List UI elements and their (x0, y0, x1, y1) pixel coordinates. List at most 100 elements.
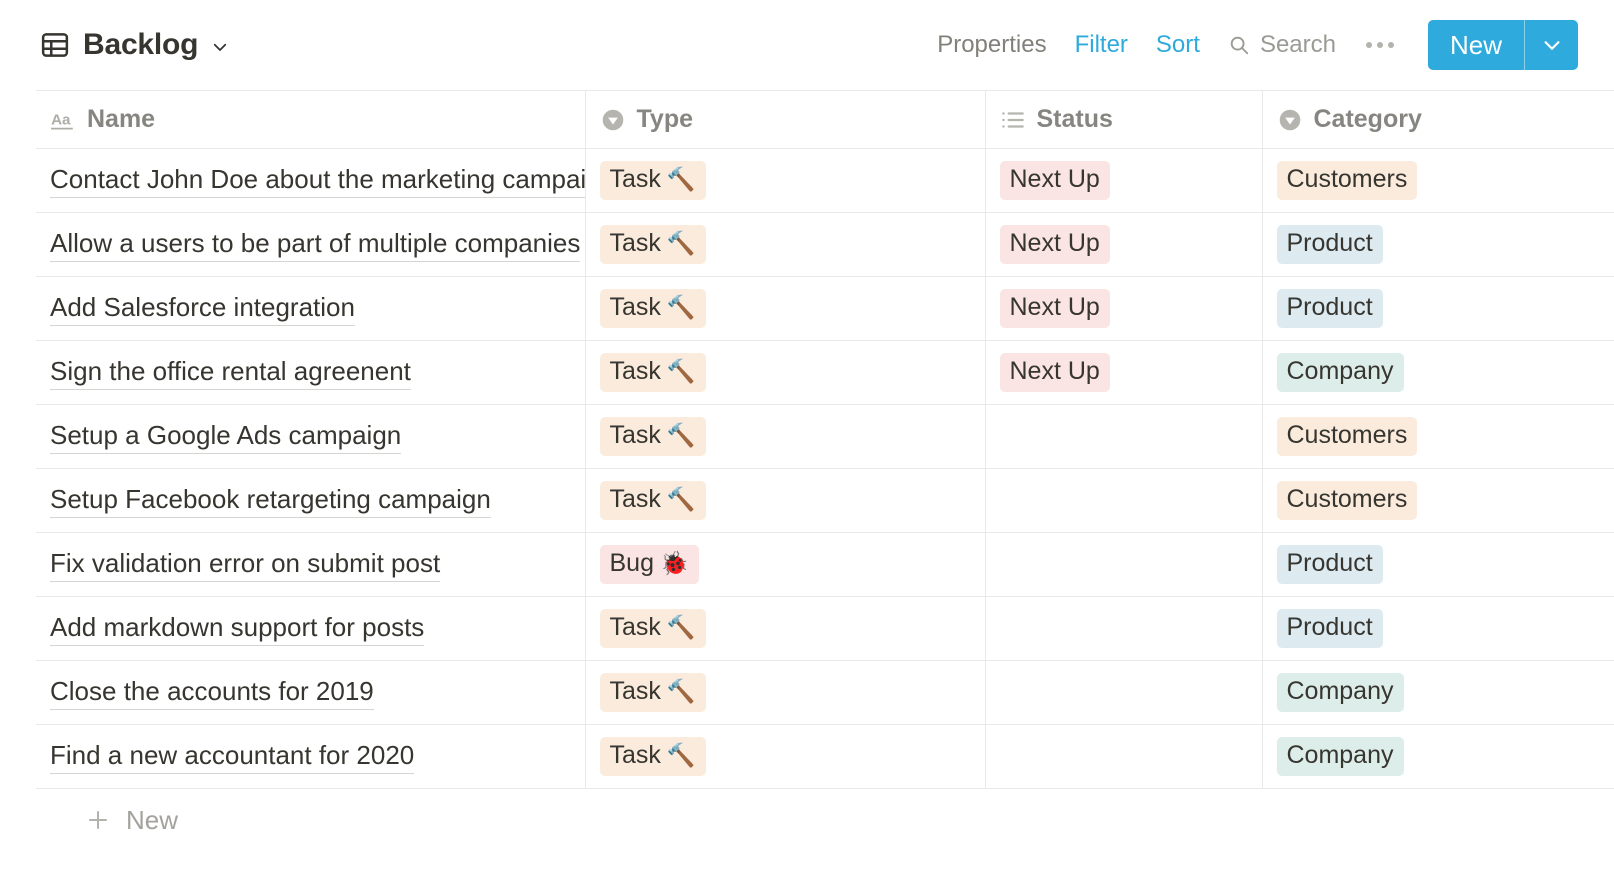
table-row[interactable]: Sign the office rental agreenent Task🔨Nex… (36, 341, 1614, 405)
row-title-link[interactable]: Find a new accountant for 2020 (50, 739, 414, 775)
new-button[interactable]: New (1428, 20, 1524, 70)
cell-category[interactable]: Product (1262, 277, 1614, 341)
table-header: Aa Name (36, 91, 1614, 149)
cell-name[interactable]: Add Salesforce integration (36, 277, 585, 341)
cell-status[interactable]: Next Up (985, 149, 1262, 213)
cell-status[interactable] (985, 533, 1262, 597)
cell-type[interactable]: Task🔨 (585, 405, 985, 469)
cell-type[interactable]: Task🔨 (585, 661, 985, 725)
cell-status[interactable]: Next Up (985, 213, 1262, 277)
cell-status[interactable] (985, 405, 1262, 469)
sort-button[interactable]: Sort (1142, 25, 1214, 65)
row-title-link[interactable]: Close the accounts for 2019 (50, 675, 374, 711)
row-title-link[interactable]: Allow a users to be part of multiple com… (50, 227, 580, 263)
hammer-icon: 🔨 (667, 168, 696, 191)
table-row[interactable]: Add markdown support for posts Task🔨 Produ… (36, 597, 1614, 661)
hammer-icon: 🔨 (667, 296, 696, 319)
cell-category[interactable]: Customers (1262, 469, 1614, 533)
table-row[interactable]: Add Salesforce integration Task🔨Next Up Pr… (36, 277, 1614, 341)
plus-icon (86, 808, 110, 832)
cell-status[interactable] (985, 725, 1262, 789)
table-row[interactable]: Fix validation error on submit post Bug🐞 P… (36, 533, 1614, 597)
status-tag: Next Up (1000, 225, 1110, 264)
view-switcher[interactable]: Backlog (40, 28, 229, 62)
category-tag: Customers (1277, 161, 1418, 200)
cell-category[interactable]: Company (1262, 341, 1614, 405)
cell-category[interactable]: Company (1262, 725, 1614, 789)
new-dropdown-chevron-down-icon[interactable] (1524, 20, 1578, 70)
cell-status[interactable] (985, 597, 1262, 661)
cell-category[interactable]: Product (1262, 597, 1614, 661)
row-title-link[interactable]: Sign the office rental agreenent (50, 355, 411, 391)
search-button[interactable]: Search (1214, 25, 1350, 65)
hammer-icon: 🔨 (667, 360, 696, 383)
filter-button[interactable]: Filter (1061, 25, 1142, 65)
list-icon (1000, 107, 1026, 133)
cell-name[interactable]: Find a new accountant for 2020 (36, 725, 585, 789)
select-icon (600, 107, 626, 133)
cell-name[interactable]: Close the accounts for 2019 (36, 661, 585, 725)
ellipsis-dots (1366, 42, 1394, 48)
cell-name[interactable]: Contact John Doe about the marketing cam… (36, 149, 585, 213)
table-row[interactable]: Close the accounts for 2019 Task🔨 Company (36, 661, 1614, 725)
ellipsis-icon[interactable] (1350, 36, 1410, 54)
column-header-status[interactable]: Status (985, 91, 1262, 149)
row-title-link[interactable]: Fix validation error on submit post (50, 547, 440, 583)
table-row[interactable]: Setup a Google Ads campaign Task🔨 Customer… (36, 405, 1614, 469)
table-row[interactable]: Contact John Doe about the marketing cam… (36, 149, 1614, 213)
cell-type[interactable]: Task 🔨 (585, 469, 985, 533)
hammer-icon: 🔨 (667, 488, 696, 511)
cell-category[interactable]: Product (1262, 213, 1614, 277)
category-tag-label: Company (1287, 741, 1394, 770)
row-title-link[interactable]: Setup a Google Ads campaign (50, 419, 401, 455)
type-tag: Task🔨 (600, 609, 706, 648)
row-title-link[interactable]: Add Salesforce integration (50, 291, 355, 327)
cell-name[interactable]: Setup a Google Ads campaign (36, 405, 585, 469)
cell-name[interactable]: Sign the office rental agreenent (36, 341, 585, 405)
cell-name[interactable]: Fix validation error on submit post (36, 533, 585, 597)
cell-name[interactable]: Add markdown support for posts (36, 597, 585, 661)
column-header-type-label: Type (637, 105, 694, 134)
cell-status[interactable]: Next Up (985, 341, 1262, 405)
table-row[interactable]: Find a new accountant for 2020 Task🔨 Compa… (36, 725, 1614, 789)
row-title-link[interactable]: Add markdown support for posts (50, 611, 424, 647)
top-toolbar: Backlog Properties Filter Sort Search Ne… (0, 0, 1614, 90)
cell-type[interactable]: Task🔨 (585, 725, 985, 789)
cell-category[interactable]: Customers (1262, 405, 1614, 469)
type-tag: Bug🐞 (600, 545, 699, 584)
category-tag: Product (1277, 609, 1383, 648)
cell-type[interactable]: Task🔨 (585, 149, 985, 213)
category-tag: Customers (1277, 417, 1418, 456)
row-title-link[interactable]: Contact John Doe about the marketing cam… (50, 163, 585, 199)
cell-status[interactable] (985, 661, 1262, 725)
cell-name[interactable]: Allow a users to be part of multiple com… (36, 213, 585, 277)
column-header-name[interactable]: Aa Name (36, 91, 585, 149)
cell-type[interactable]: Bug🐞 (585, 533, 985, 597)
cell-category[interactable]: Customers (1262, 149, 1614, 213)
column-header-category[interactable]: Category (1262, 91, 1614, 149)
hammer-icon: 🔨 (667, 744, 696, 767)
properties-button[interactable]: Properties (923, 25, 1060, 65)
type-tag-label: Task (610, 485, 661, 514)
status-tag-label: Next Up (1010, 229, 1100, 258)
add-new-row-button[interactable]: New (36, 789, 1614, 851)
hammer-icon: 🔨 (667, 616, 696, 639)
column-header-type[interactable]: Type (585, 91, 985, 149)
cell-type[interactable]: Task🔨 (585, 213, 985, 277)
cell-type[interactable]: Task🔨 (585, 341, 985, 405)
cell-type[interactable]: Task🔨 (585, 277, 985, 341)
cell-status[interactable]: Next Up (985, 277, 1262, 341)
cell-category[interactable]: Product (1262, 533, 1614, 597)
cell-category[interactable]: Company (1262, 661, 1614, 725)
cell-name[interactable]: Setup Facebook retargeting campaign (36, 469, 585, 533)
page-title: Backlog (83, 28, 198, 62)
table-row[interactable]: Allow a users to be part of multiple com… (36, 213, 1614, 277)
row-title-link[interactable]: Setup Facebook retargeting campaign (50, 483, 491, 519)
chevron-down-icon[interactable] (211, 35, 229, 56)
category-tag: Product (1277, 289, 1383, 328)
table-row[interactable]: Setup Facebook retargeting campaign Task 🔨… (36, 469, 1614, 533)
cell-status[interactable] (985, 469, 1262, 533)
category-tag-label: Customers (1287, 165, 1408, 194)
cell-type[interactable]: Task🔨 (585, 597, 985, 661)
column-header-category-label: Category (1314, 105, 1422, 134)
